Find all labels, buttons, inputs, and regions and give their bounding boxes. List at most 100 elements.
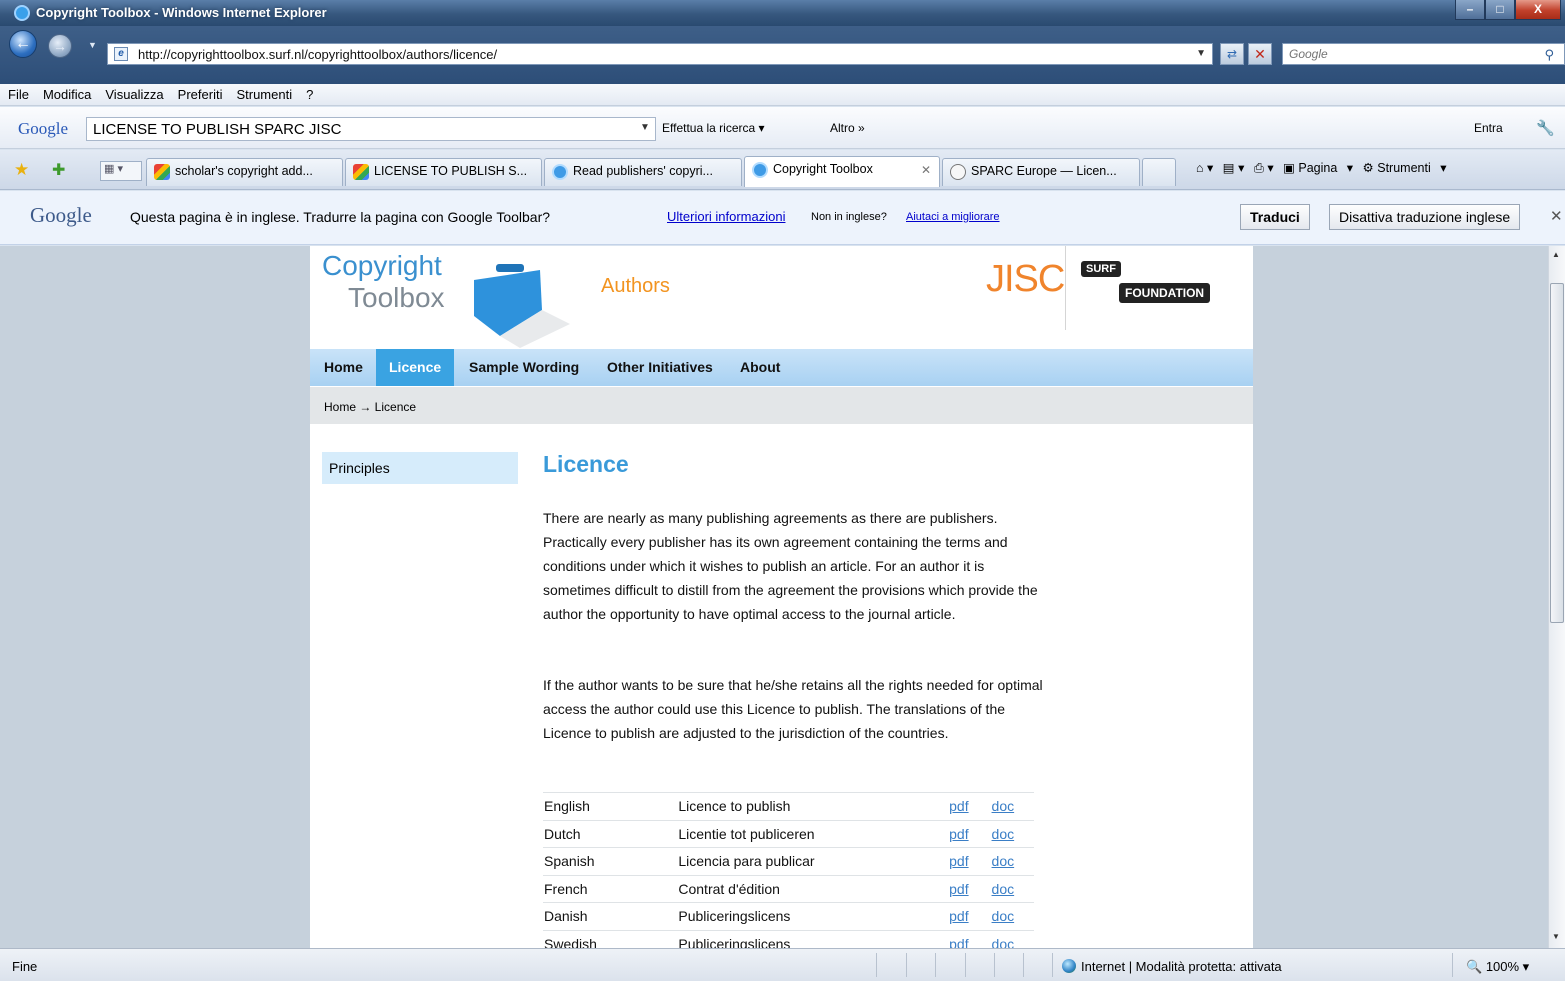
close-icon[interactable]: ✕ <box>1550 207 1563 225</box>
minimize-button[interactable]: – <box>1455 0 1485 20</box>
google-sign-in-button[interactable]: Entra <box>1474 121 1503 135</box>
tab-license-to-publish[interactable]: LICENSE TO PUBLISH S... <box>345 158 542 186</box>
menu-view[interactable]: Visualizza <box>105 87 163 102</box>
quick-tabs-button[interactable]: ▦ ▾ <box>100 161 142 181</box>
tab-label: LICENSE TO PUBLISH S... <box>374 164 528 178</box>
command-bar: ⌂ ▾ ▤ ▾ ⎙ ▾ ▣ Pagina ▾ ⚙ Strumenti ▾ <box>1196 160 1452 176</box>
menu-tools[interactable]: Strumenti <box>236 87 292 102</box>
stop-button[interactable]: ✕ <box>1248 43 1272 65</box>
page-menu[interactable]: ▣ Pagina ▾ <box>1283 161 1353 175</box>
maximize-button[interactable]: □ <box>1485 0 1515 20</box>
nav-about[interactable]: About <box>727 349 793 386</box>
menu-bar: File Modifica Visualizza Preferiti Strum… <box>0 84 1565 106</box>
breadcrumb[interactable]: Home → Licence <box>310 387 1253 424</box>
licence-title: Licence to publish <box>678 792 950 820</box>
nav-sample-wording[interactable]: Sample Wording <box>456 349 592 386</box>
feeds-icon[interactable]: ▤ ▾ <box>1223 161 1245 175</box>
divider <box>1452 953 1453 977</box>
vertical-scrollbar[interactable]: ▲ ▼ <box>1548 246 1565 948</box>
doc-link[interactable]: doc <box>992 881 1015 897</box>
not-english-label: Non in inglese? <box>811 211 887 223</box>
more-info-link[interactable]: Ulteriori informazioni <box>667 209 785 224</box>
home-icon[interactable]: ⌂ ▾ <box>1196 161 1213 175</box>
scroll-down-icon[interactable]: ▼ <box>1552 932 1560 941</box>
site-header: Copyright Toolbox Authors JISC SURF FOUN… <box>310 246 1253 348</box>
close-tab-icon[interactable]: ✕ <box>921 163 931 177</box>
table-row: Danish Publiceringslicens pdf doc <box>543 902 1034 930</box>
pdf-link[interactable]: pdf <box>949 881 968 897</box>
tab-sparc-europe[interactable]: SPARC Europe — Licen... <box>942 158 1140 186</box>
chevron-down-icon[interactable]: ▼ <box>1196 48 1206 59</box>
divider <box>1052 953 1053 977</box>
doc-link[interactable]: doc <box>992 853 1015 869</box>
table-row: Swedish Publiceringslicens pdf doc <box>543 929 1034 948</box>
zoom-control[interactable]: 🔍 100% ▾ <box>1466 959 1529 975</box>
wrench-icon[interactable]: 🔧 <box>1536 119 1555 137</box>
url-field[interactable]: e http://copyrighttoolbox.surf.nl/copyri… <box>107 43 1213 65</box>
close-window-button[interactable]: X <box>1515 0 1561 20</box>
window-controls: – □ X <box>1455 0 1561 20</box>
menu-help[interactable]: ? <box>306 87 313 102</box>
menu-favorites[interactable]: Preferiti <box>178 87 223 102</box>
print-icon[interactable]: ⎙ ▾ <box>1254 161 1274 175</box>
nav-other-initiatives[interactable]: Other Initiatives <box>594 349 726 386</box>
google-logo[interactable]: Google <box>18 119 68 139</box>
forward-button[interactable]: → <box>48 34 72 58</box>
search-box: ⚲ <box>1282 43 1565 65</box>
divider <box>1065 246 1066 330</box>
pdf-link[interactable]: pdf <box>949 853 968 869</box>
menu-edit[interactable]: Modifica <box>43 87 91 102</box>
doc-link[interactable]: doc <box>992 936 1015 948</box>
zoom-level: 100% <box>1485 959 1520 974</box>
licence-table: English Licence to publish pdf doc Dutch… <box>543 792 1034 948</box>
ie-icon <box>552 164 568 180</box>
sparc-icon <box>950 164 966 180</box>
google-search-button[interactable]: Effettua la ricerca ▾ <box>662 121 765 135</box>
licence-language: English <box>543 792 679 820</box>
url-text[interactable]: http://copyrighttoolbox.surf.nl/copyrigh… <box>138 47 497 62</box>
scroll-thumb[interactable] <box>1550 283 1564 623</box>
tab-scholars-copyright[interactable]: scholar's copyright add... <box>146 158 343 186</box>
nav-home[interactable]: Home <box>311 349 376 386</box>
scroll-up-icon[interactable]: ▲ <box>1552 250 1560 259</box>
menu-file[interactable]: File <box>8 87 29 102</box>
pdf-link[interactable]: pdf <box>949 936 968 948</box>
tools-menu[interactable]: ⚙ Strumenti ▾ <box>1363 161 1447 175</box>
new-tab-button[interactable] <box>1142 158 1176 186</box>
ie-logo-icon <box>14 5 30 21</box>
doc-link[interactable]: doc <box>992 826 1015 842</box>
jisc-logo[interactable]: JISC <box>986 258 1065 301</box>
google-icon <box>353 164 369 180</box>
help-improve-link[interactable]: Aiutaci a migliorare <box>906 211 1000 223</box>
security-zone[interactable]: Internet | Modalità protetta: attivata <box>1062 959 1282 974</box>
disable-translation-button[interactable]: Disattiva traduzione inglese <box>1329 204 1521 230</box>
licence-language: Danish <box>543 902 679 930</box>
pdf-link[interactable]: pdf <box>949 798 968 814</box>
doc-link[interactable]: doc <box>992 908 1015 924</box>
chevron-down-icon[interactable]: ▼ <box>640 122 650 133</box>
history-dropdown-icon[interactable]: ▼ <box>88 40 97 50</box>
search-icon[interactable]: ⚲ <box>1544 47 1554 63</box>
site-logo[interactable]: Copyright Toolbox <box>322 250 445 314</box>
surf-foundation-logo[interactable]: SURF FOUNDATION <box>1081 261 1238 309</box>
favorites-star-icon[interactable]: ★ <box>14 160 29 180</box>
google-search-input[interactable]: LICENSE TO PUBLISH SPARC JISC <box>86 117 656 141</box>
pdf-link[interactable]: pdf <box>949 826 968 842</box>
nav-licence[interactable]: Licence <box>376 349 455 386</box>
address-bar: ← → ▼ e http://copyrighttoolbox.surf.nl/… <box>0 26 1565 84</box>
doc-link[interactable]: doc <box>992 798 1015 814</box>
back-button[interactable]: ← <box>9 30 37 58</box>
refresh-button[interactable]: ⇄ <box>1220 43 1244 65</box>
pdf-link[interactable]: pdf <box>949 908 968 924</box>
tab-label: Copyright Toolbox <box>773 162 873 176</box>
divider <box>965 953 966 977</box>
translate-button[interactable]: Traduci <box>1240 204 1310 230</box>
tab-read-publishers[interactable]: Read publishers' copyri... <box>544 158 742 186</box>
licence-title: Publiceringslicens <box>678 902 950 930</box>
google-more-button[interactable]: Altro » <box>830 121 865 135</box>
add-favorite-icon[interactable]: ✚ <box>52 160 65 180</box>
search-input[interactable] <box>1289 46 1509 62</box>
tab-copyright-toolbox[interactable]: Copyright Toolbox ✕ <box>744 156 940 187</box>
divider <box>935 953 936 977</box>
sidebar-item-principles[interactable]: Principles <box>322 452 518 484</box>
